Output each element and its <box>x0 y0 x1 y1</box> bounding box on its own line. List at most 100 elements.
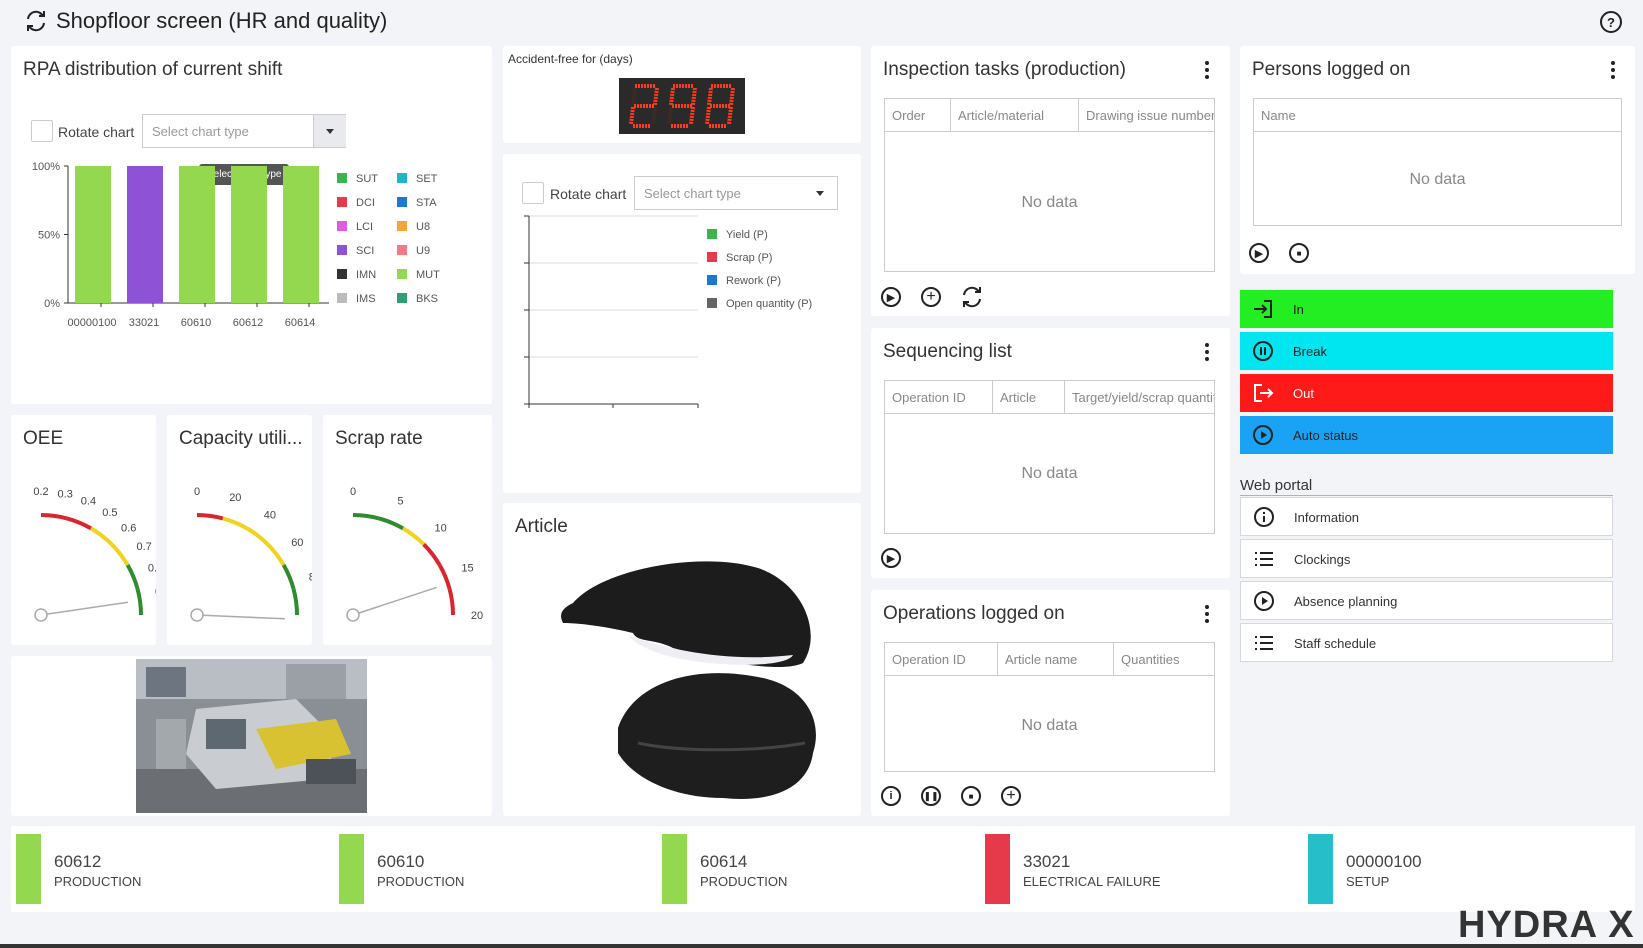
gauge-tick-label: 20 <box>471 610 483 622</box>
operations-table: Operation ID Article name Quantities No … <box>884 642 1215 772</box>
portal-absence-planning-button[interactable]: Absence planning <box>1240 581 1613 620</box>
digit-segment <box>707 87 713 106</box>
stop-icon[interactable]: ■ <box>961 786 981 806</box>
gauge-band <box>266 542 286 567</box>
gauge-band <box>125 564 140 590</box>
status-break-button[interactable]: Break <box>1240 332 1613 370</box>
machine-tile[interactable]: 60612 PRODUCTION <box>16 834 328 904</box>
gauge-band <box>66 516 92 531</box>
legend-label: STA <box>416 197 437 209</box>
gauge-dial: 0.20.30.40.50.60.70.80.91.0 <box>33 486 156 622</box>
x-tick-label: 60612 <box>233 317 264 329</box>
machine-status: PRODUCTION <box>377 874 465 889</box>
status-label: In <box>1293 302 1304 317</box>
column-header[interactable]: Article <box>993 381 1065 413</box>
column-header[interactable]: Target/yield/scrap quantity <box>1065 381 1214 413</box>
refresh-icon[interactable] <box>960 286 984 308</box>
more-menu-icon[interactable] <box>1204 59 1210 81</box>
more-menu-icon[interactable] <box>1204 341 1210 363</box>
gauge-tick-label: 0.8 <box>148 563 156 575</box>
gauge-band <box>40 513 68 521</box>
legend-label: SUT <box>356 173 378 185</box>
inspection-title: Inspection tasks (production) <box>883 59 1126 80</box>
gauge-tick-label: 0.6 <box>121 522 136 534</box>
rotate-chart-checkbox[interactable] <box>31 120 53 142</box>
operations-title: Operations logged on <box>883 603 1065 624</box>
rotate-chart-label: Rotate chart <box>58 124 135 140</box>
digit-segment <box>689 106 695 125</box>
machine-tile[interactable]: 60610 PRODUCTION <box>339 834 651 904</box>
gauge-tick-label: 40 <box>264 510 276 522</box>
chart-type-select[interactable]: Select chart type <box>142 114 346 148</box>
add-icon[interactable]: + <box>921 287 941 307</box>
machine-tile[interactable]: 60614 PRODUCTION <box>662 834 974 904</box>
article-image <box>561 561 816 799</box>
column-header[interactable]: Article name <box>998 643 1114 675</box>
chart-type-select-2[interactable]: Select chart type <box>634 176 838 210</box>
gauge-band <box>222 516 248 531</box>
digit-segment <box>727 106 733 125</box>
portal-staff-schedule-button[interactable]: Staff schedule <box>1240 623 1613 662</box>
rotate-chart-checkbox-2[interactable] <box>522 182 544 204</box>
stop-icon[interactable]: ■ <box>1289 243 1309 263</box>
login-icon <box>1254 300 1272 318</box>
bar[interactable] <box>179 166 215 303</box>
column-header[interactable]: Operation ID <box>885 381 993 413</box>
x-tick-label: 60614 <box>285 317 316 329</box>
refresh-icon[interactable] <box>24 10 48 32</box>
portal-clockings-button[interactable]: Clockings <box>1240 539 1613 578</box>
status-out-button[interactable]: Out <box>1240 374 1613 412</box>
status-in-button[interactable]: In <box>1240 290 1613 328</box>
bar[interactable] <box>127 166 163 303</box>
dropdown-button[interactable] <box>313 115 346 147</box>
column-header[interactable]: Drawing issue number <box>1079 99 1214 131</box>
legend-label: Yield (P) <box>726 229 768 241</box>
legend-label: U9 <box>416 245 430 257</box>
play-icon[interactable]: ▶ <box>1249 243 1269 263</box>
digit-segment <box>705 106 711 125</box>
gauge-card: Scrap rate 0 5 10 15 20 <box>323 415 492 645</box>
more-menu-icon[interactable] <box>1610 59 1616 81</box>
bar[interactable] <box>75 166 111 303</box>
legend-swatch <box>337 269 347 279</box>
machine-status-color <box>339 834 364 904</box>
legend-label: BKS <box>416 293 438 305</box>
portal-information-button[interactable]: Information <box>1240 497 1613 536</box>
column-header[interactable]: Operation ID <box>885 643 998 675</box>
gauge-title: Capacity utili... <box>179 428 303 449</box>
gauge-tick-label: 60 <box>291 537 303 549</box>
column-header[interactable]: Order <box>885 99 951 131</box>
bar[interactable] <box>231 166 267 303</box>
digit-segment <box>729 87 735 106</box>
column-header[interactable]: Name <box>1254 99 1621 131</box>
column-header[interactable]: Article/material <box>951 99 1079 131</box>
gauge-hub <box>34 608 48 622</box>
gauge-band <box>447 588 455 616</box>
machine-tile[interactable]: 00000100 SETUP <box>1308 834 1620 904</box>
status-auto-button[interactable]: Auto status <box>1240 416 1613 454</box>
legend-swatch <box>397 197 407 207</box>
play-icon[interactable]: ▶ <box>881 287 901 307</box>
add-icon[interactable]: + <box>1001 786 1021 806</box>
gauge-band <box>291 588 299 616</box>
column-header[interactable]: Quantities <box>1114 643 1214 675</box>
play-icon[interactable]: ▶ <box>881 548 901 568</box>
machine-tile[interactable]: 33021 ELECTRICAL FAILURE <box>985 834 1297 904</box>
legend-swatch <box>337 293 347 303</box>
status-label: Out <box>1293 386 1314 401</box>
bar[interactable] <box>283 166 319 303</box>
help-icon[interactable]: ? <box>1600 11 1622 33</box>
status-label: Auto status <box>1293 428 1359 443</box>
web-portal-heading: Web portal <box>1240 477 1313 494</box>
gauge-tick-label: 80 <box>309 572 312 584</box>
info-icon[interactable]: i <box>881 786 901 806</box>
rpa-chart-card: RPA distribution of current shift Rotate… <box>11 46 492 404</box>
legend-label: IMS <box>356 293 376 305</box>
table-header: Name <box>1254 99 1621 132</box>
gauge-tick-label: 5 <box>397 495 403 507</box>
pause-icon[interactable]: ❚❚ <box>921 786 941 806</box>
legend-label: MUT <box>416 269 440 281</box>
legend-swatch <box>337 173 347 183</box>
gauge-dial: 0 5 10 15 20 <box>346 486 483 622</box>
more-menu-icon[interactable] <box>1204 603 1210 625</box>
